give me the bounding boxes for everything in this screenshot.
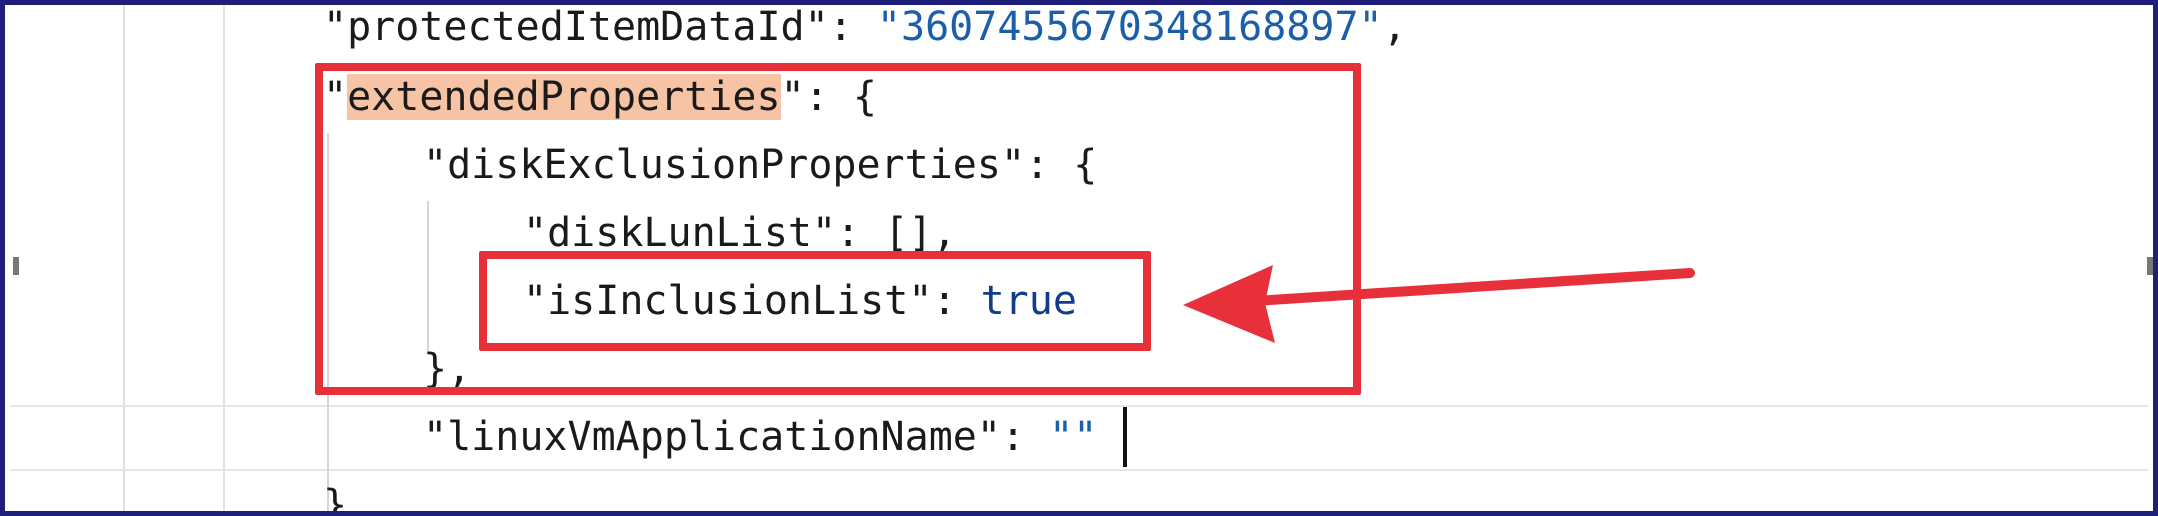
json-key: "protectedItemDataId" xyxy=(323,4,829,50)
gutter-divider xyxy=(123,5,125,511)
json-key: "linuxVmApplicationName" xyxy=(423,414,1001,460)
code-editor-screenshot: "protectedItemDataId": "3607455670348168… xyxy=(0,0,2158,516)
annotation-arrow-icon xyxy=(1183,265,1695,343)
arrow-head xyxy=(1183,265,1275,343)
right-edge-marker xyxy=(2147,257,2153,275)
json-separator: : xyxy=(828,4,877,50)
left-edge-marker xyxy=(13,257,19,275)
text-cursor xyxy=(1123,407,1127,467)
json-close-brace: }, xyxy=(323,482,372,516)
json-separator: : xyxy=(1000,414,1050,460)
json-string-value: "3607455670348168897" xyxy=(876,4,1383,50)
code-line-protected-item-data-id[interactable]: "protectedItemDataId": "3607455670348168… xyxy=(323,4,1407,61)
arrow-shaft xyxy=(1250,268,1695,306)
gutter-divider xyxy=(223,5,225,511)
json-string-value: "" xyxy=(1049,414,1098,460)
scroll-indicator[interactable] xyxy=(1075,511,1097,516)
annotation-inner-box xyxy=(479,251,1151,351)
json-comma: , xyxy=(1382,4,1407,50)
code-line-linux-vm-application-name[interactable]: "linuxVmApplicationName": "" xyxy=(423,403,1097,471)
code-line-outer-close-brace[interactable]: }, xyxy=(323,471,372,516)
